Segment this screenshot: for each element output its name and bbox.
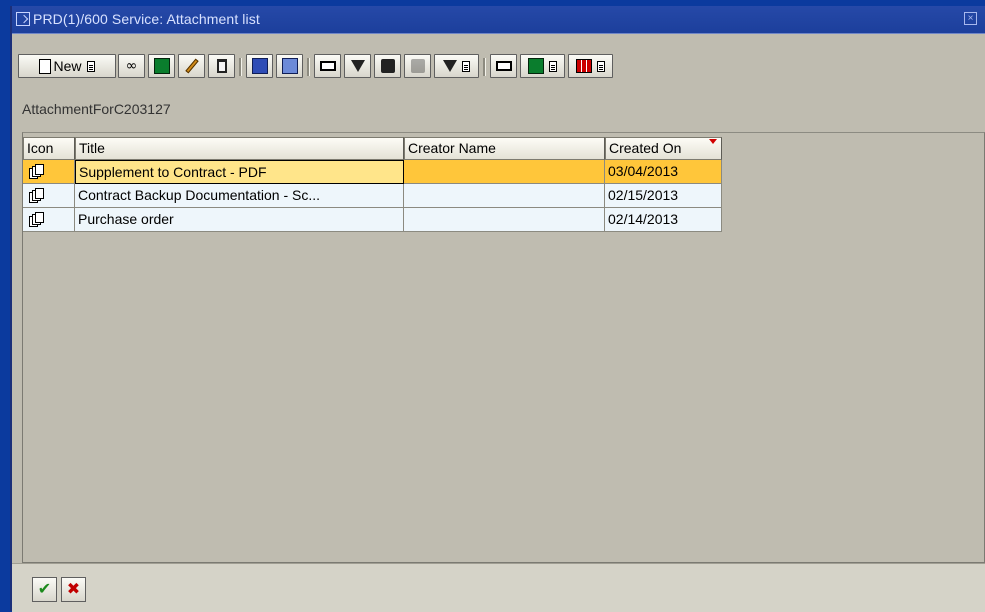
- created-on-cell[interactable]: 02/15/2013: [605, 184, 722, 208]
- detail-button[interactable]: [276, 54, 303, 78]
- title-bar: PRD(1)/600 Service: Attachment list ×: [12, 6, 985, 34]
- filter-button[interactable]: [434, 54, 479, 78]
- export-local-button[interactable]: [520, 54, 565, 78]
- title-cell[interactable]: Purchase order: [75, 208, 404, 232]
- refresh-button[interactable]: [246, 54, 273, 78]
- created-on-cell[interactable]: 03/04/2013: [605, 160, 722, 184]
- glasses-icon: ∞: [125, 58, 138, 74]
- dropdown-menu-icon: [549, 60, 557, 72]
- sort-ascending-button[interactable]: [314, 54, 341, 78]
- column-header-icon[interactable]: Icon: [23, 137, 75, 160]
- toolbar: New ∞: [15, 51, 985, 81]
- view-button[interactable]: ∞: [118, 54, 145, 78]
- cancel-button[interactable]: ✖: [61, 577, 86, 602]
- edit-button[interactable]: [178, 54, 205, 78]
- refresh-icon: [251, 58, 268, 74]
- close-icon[interactable]: ×: [964, 12, 977, 25]
- dropdown-menu-icon: [597, 60, 605, 72]
- creator-cell[interactable]: [404, 184, 605, 208]
- column-header-title[interactable]: Title: [75, 137, 404, 160]
- printer-icon: [495, 61, 512, 71]
- confirm-button[interactable]: ✔: [32, 577, 57, 602]
- dropdown-menu-icon: [86, 60, 95, 72]
- dropdown-menu-icon: [462, 60, 470, 72]
- toolbar-separator: [307, 58, 310, 76]
- sort-descending-button[interactable]: [344, 54, 371, 78]
- sort-descending-icon: [350, 60, 365, 72]
- magnifier-icon: [281, 58, 298, 74]
- creator-cell[interactable]: [404, 208, 605, 232]
- title-cell[interactable]: Supplement to Contract - PDF: [75, 160, 404, 184]
- binoculars-icon: [380, 59, 395, 73]
- column-header-creator-name[interactable]: Creator Name: [404, 137, 605, 160]
- find-next-icon: [410, 59, 425, 73]
- layout-grid-icon: [576, 59, 592, 73]
- export-local-icon: [528, 58, 544, 74]
- breadcrumb: AttachmentForC203127: [22, 101, 171, 117]
- find-next-button[interactable]: [404, 54, 431, 78]
- documents-icon: [29, 211, 45, 228]
- trash-icon: [216, 59, 227, 73]
- dialog-window: PRD(1)/600 Service: Attachment list × Ne…: [10, 6, 985, 612]
- column-header-created-on[interactable]: Created On: [605, 137, 722, 160]
- layout-button[interactable]: [568, 54, 613, 78]
- find-button[interactable]: [374, 54, 401, 78]
- row-icon-cell[interactable]: [23, 184, 75, 208]
- attachment-table: Icon Title Creator Name Created On Suppl…: [22, 132, 985, 563]
- dialog-footer: ✔ ✖: [12, 563, 985, 612]
- pencil-icon: [184, 58, 199, 74]
- export-icon: [153, 58, 170, 74]
- window-title: PRD(1)/600 Service: Attachment list: [33, 11, 260, 27]
- title-cell[interactable]: Contract Backup Documentation - Sc...: [75, 184, 404, 208]
- sort-ascending-icon: [319, 61, 336, 71]
- toolbar-separator: [483, 58, 486, 76]
- new-button-label: New: [53, 58, 82, 74]
- delete-button[interactable]: [208, 54, 235, 78]
- print-button[interactable]: [490, 54, 517, 78]
- documents-icon: [29, 163, 45, 180]
- documents-icon: [29, 187, 45, 204]
- new-button[interactable]: New: [18, 54, 116, 78]
- toolbar-separator: [239, 58, 242, 76]
- row-icon-cell[interactable]: [23, 160, 75, 184]
- row-icon-cell[interactable]: [23, 208, 75, 232]
- filter-icon: [443, 60, 457, 72]
- created-on-cell[interactable]: 02/14/2013: [605, 208, 722, 232]
- export-button[interactable]: [148, 54, 175, 78]
- window-icon: [16, 12, 30, 26]
- creator-cell[interactable]: [404, 160, 605, 184]
- new-document-icon: [39, 58, 52, 74]
